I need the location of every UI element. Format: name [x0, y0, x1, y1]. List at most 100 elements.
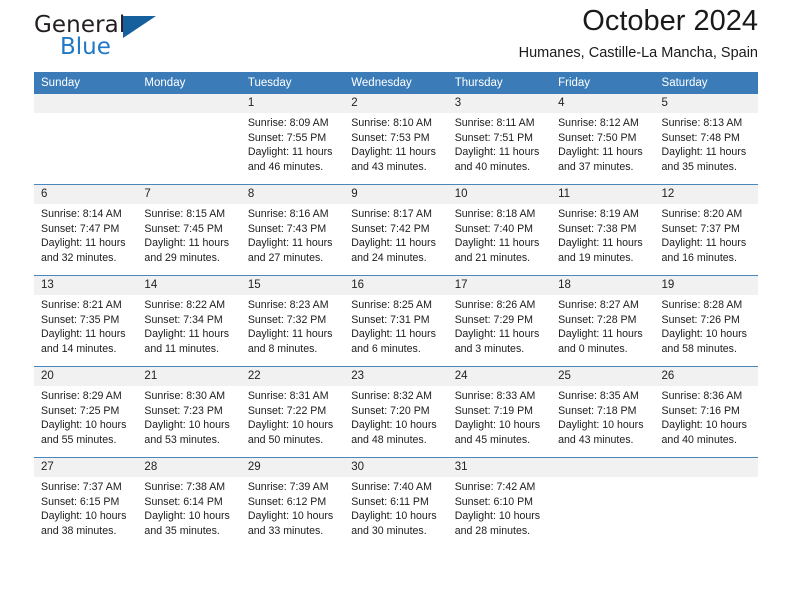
day-details: Sunrise: 8:23 AM Sunset: 7:32 PM Daylight:… [241, 295, 344, 356]
sunrise-text: Sunrise: 8:17 AM [351, 208, 432, 220]
sunset-text: Sunset: 6:12 PM [247, 495, 327, 508]
calendar-day-cell[interactable]: 19 Sunrise: 8:28 AM Sunset: 7:26 PM Dayligh… [654, 275, 758, 367]
sunset-text: Sunset: 7:26 PM [661, 313, 740, 326]
calendar-cell-empty [137, 94, 241, 185]
daylight-text-line1: Daylight: 11 hours [351, 146, 436, 159]
calendar-day-cell[interactable]: 22 Sunrise: 8:31 AM Sunset: 7:22 PM Dayligh… [240, 366, 345, 458]
daylight-text-line2: and 38 minutes. [41, 524, 117, 537]
daylight-text-line2: and 40 minutes. [454, 160, 531, 173]
sunrise-text: Sunrise: 8:15 AM [144, 208, 226, 220]
daylight-text-line1: Daylight: 10 hours [351, 510, 437, 523]
day-number: 30 [344, 458, 448, 477]
daylight-text-line2: and 30 minutes. [351, 524, 427, 537]
weekday-header-saturday: Saturday [654, 72, 758, 94]
daylight-text-line1: Daylight: 11 hours [558, 146, 643, 159]
calendar-day-cell[interactable]: 23 Sunrise: 8:32 AM Sunset: 7:20 PM Dayligh… [344, 366, 448, 458]
daylight-text-line1: Daylight: 11 hours [454, 328, 540, 341]
daylight-text-line2: and 35 minutes. [144, 524, 220, 537]
daylight-text-line2: and 3 minutes. [454, 342, 525, 355]
sunrise-text: Sunrise: 8:16 AM [247, 208, 329, 220]
daylight-text-line2: and 29 minutes. [144, 251, 220, 264]
day-details: Sunrise: 8:32 AM Sunset: 7:20 PM Daylight:… [344, 386, 447, 447]
sunrise-text: Sunrise: 7:40 AM [351, 481, 432, 493]
daylight-text-line1: Daylight: 11 hours [661, 237, 747, 250]
calendar-day-cell[interactable]: 25 Sunrise: 8:35 AM Sunset: 7:18 PM Dayligh… [551, 366, 655, 458]
calendar-cell-empty [34, 94, 138, 185]
day-details: Sunrise: 8:33 AM Sunset: 7:19 PM Daylight:… [448, 386, 551, 447]
day-number: 16 [344, 276, 448, 295]
calendar-day-cell[interactable]: 7 Sunrise: 8:15 AM Sunset: 7:45 PM Daylight… [137, 184, 241, 276]
calendar-day-cell[interactable]: 30 Sunrise: 7:40 AM Sunset: 6:11 PM Dayligh… [344, 457, 448, 548]
day-number: 31 [447, 458, 552, 477]
title-block: October 2024 Humanes, Castille-La Mancha… [519, 4, 758, 64]
calendar-day-cell[interactable]: 11 Sunrise: 8:19 AM Sunset: 7:38 PM Dayligh… [551, 184, 655, 276]
sunrise-text: Sunrise: 8:11 AM [454, 117, 535, 129]
day-number: 29 [240, 458, 345, 477]
sunrise-text: Sunrise: 8:14 AM [41, 208, 122, 220]
logo-text-blue: Blue [60, 34, 111, 60]
calendar-day-cell[interactable]: 12 Sunrise: 8:20 AM Sunset: 7:37 PM Dayligh… [654, 184, 758, 276]
sunset-text: Sunset: 7:47 PM [41, 222, 120, 235]
daylight-text-line2: and 45 minutes. [454, 433, 531, 446]
sunrise-text: Sunrise: 8:25 AM [351, 299, 432, 311]
calendar-day-cell[interactable]: 4 Sunrise: 8:12 AM Sunset: 7:50 PM Daylight… [551, 94, 655, 185]
calendar-day-cell[interactable]: 9 Sunrise: 8:17 AM Sunset: 7:42 PM Daylight… [344, 184, 448, 276]
calendar-day-cell[interactable]: 5 Sunrise: 8:13 AM Sunset: 7:48 PM Daylight… [654, 94, 758, 185]
calendar-day-cell[interactable]: 18 Sunrise: 8:27 AM Sunset: 7:28 PM Dayligh… [551, 275, 655, 367]
calendar-day-cell[interactable]: 8 Sunrise: 8:16 AM Sunset: 7:43 PM Daylight… [240, 184, 345, 276]
calendar-day-cell[interactable]: 20 Sunrise: 8:29 AM Sunset: 7:25 PM Dayligh… [34, 366, 138, 458]
day-number [137, 94, 241, 113]
daylight-text-line2: and 43 minutes. [558, 433, 634, 446]
sunset-text: Sunset: 6:10 PM [454, 495, 534, 508]
calendar-week-row: 1 Sunrise: 8:09 AM Sunset: 7:55 PM Daylight… [34, 94, 758, 185]
day-number: 19 [654, 276, 758, 295]
weekday-header-thursday: Thursday [447, 72, 552, 94]
day-number: 27 [34, 458, 138, 477]
calendar-day-cell[interactable]: 15 Sunrise: 8:23 AM Sunset: 7:32 PM Dayligh… [240, 275, 345, 367]
day-details: Sunrise: 8:19 AM Sunset: 7:38 PM Daylight:… [551, 204, 654, 265]
sunset-text: Sunset: 7:55 PM [247, 131, 327, 144]
sunset-text: Sunset: 7:23 PM [144, 404, 223, 417]
day-number [654, 458, 758, 477]
day-number: 9 [344, 185, 448, 204]
calendar-day-cell[interactable]: 31 Sunrise: 7:42 AM Sunset: 6:10 PM Dayligh… [447, 457, 552, 548]
calendar-week-row: 27 Sunrise: 7:37 AM Sunset: 6:15 PM Dayligh… [34, 457, 758, 548]
daylight-text-line1: Daylight: 10 hours [661, 328, 747, 341]
calendar-day-cell[interactable]: 26 Sunrise: 8:36 AM Sunset: 7:16 PM Dayligh… [654, 366, 758, 458]
calendar-day-cell[interactable]: 1 Sunrise: 8:09 AM Sunset: 7:55 PM Daylight… [240, 94, 345, 185]
calendar-day-cell[interactable]: 24 Sunrise: 8:33 AM Sunset: 7:19 PM Dayligh… [447, 366, 552, 458]
day-details: Sunrise: 8:13 AM Sunset: 7:48 PM Daylight:… [655, 113, 758, 174]
calendar-day-cell[interactable]: 29 Sunrise: 7:39 AM Sunset: 6:12 PM Dayligh… [240, 457, 345, 548]
day-number: 18 [551, 276, 655, 295]
daylight-text-line1: Daylight: 11 hours [41, 237, 126, 250]
day-details: Sunrise: 8:21 AM Sunset: 7:35 PM Daylight:… [34, 295, 137, 356]
general-blue-logo[interactable]: General Blue [34, 12, 204, 64]
day-details: Sunrise: 7:40 AM Sunset: 6:11 PM Daylight:… [344, 477, 447, 538]
calendar-day-cell[interactable]: 3 Sunrise: 8:11 AM Sunset: 7:51 PM Daylight… [447, 94, 552, 185]
calendar-day-cell[interactable]: 6 Sunrise: 8:14 AM Sunset: 7:47 PM Daylight… [34, 184, 138, 276]
daylight-text-line1: Daylight: 10 hours [247, 419, 334, 432]
sunset-text: Sunset: 7:19 PM [454, 404, 534, 417]
calendar-day-cell[interactable]: 2 Sunrise: 8:10 AM Sunset: 7:53 PM Daylight… [344, 94, 448, 185]
sunset-text: Sunset: 7:51 PM [454, 131, 534, 144]
day-details: Sunrise: 8:20 AM Sunset: 7:37 PM Daylight:… [655, 204, 758, 265]
sunset-text: Sunset: 7:35 PM [41, 313, 120, 326]
day-details: Sunrise: 8:36 AM Sunset: 7:16 PM Daylight:… [655, 386, 758, 447]
calendar-day-cell[interactable]: 17 Sunrise: 8:26 AM Sunset: 7:29 PM Dayligh… [447, 275, 552, 367]
calendar-day-cell[interactable]: 21 Sunrise: 8:30 AM Sunset: 7:23 PM Dayligh… [137, 366, 241, 458]
daylight-text-line2: and 21 minutes. [454, 251, 531, 264]
day-number: 14 [137, 276, 241, 295]
day-number [34, 94, 138, 113]
sunrise-text: Sunrise: 8:32 AM [351, 390, 432, 402]
calendar-day-cell[interactable]: 16 Sunrise: 8:25 AM Sunset: 7:31 PM Dayligh… [344, 275, 448, 367]
sunset-text: Sunset: 7:29 PM [454, 313, 534, 326]
daylight-text-line1: Daylight: 11 hours [247, 328, 333, 341]
calendar-day-cell[interactable]: 10 Sunrise: 8:18 AM Sunset: 7:40 PM Dayligh… [447, 184, 552, 276]
page-header: General Blue October 2024 Humanes, Casti… [34, 0, 758, 72]
day-number: 8 [240, 185, 345, 204]
calendar-day-cell[interactable]: 27 Sunrise: 7:37 AM Sunset: 6:15 PM Dayligh… [34, 457, 138, 548]
calendar-day-cell[interactable]: 14 Sunrise: 8:22 AM Sunset: 7:34 PM Dayligh… [137, 275, 241, 367]
daylight-text-line2: and 46 minutes. [247, 160, 324, 173]
calendar-day-cell[interactable]: 13 Sunrise: 8:21 AM Sunset: 7:35 PM Dayligh… [34, 275, 138, 367]
calendar-day-cell[interactable]: 28 Sunrise: 7:38 AM Sunset: 6:14 PM Dayligh… [137, 457, 241, 548]
